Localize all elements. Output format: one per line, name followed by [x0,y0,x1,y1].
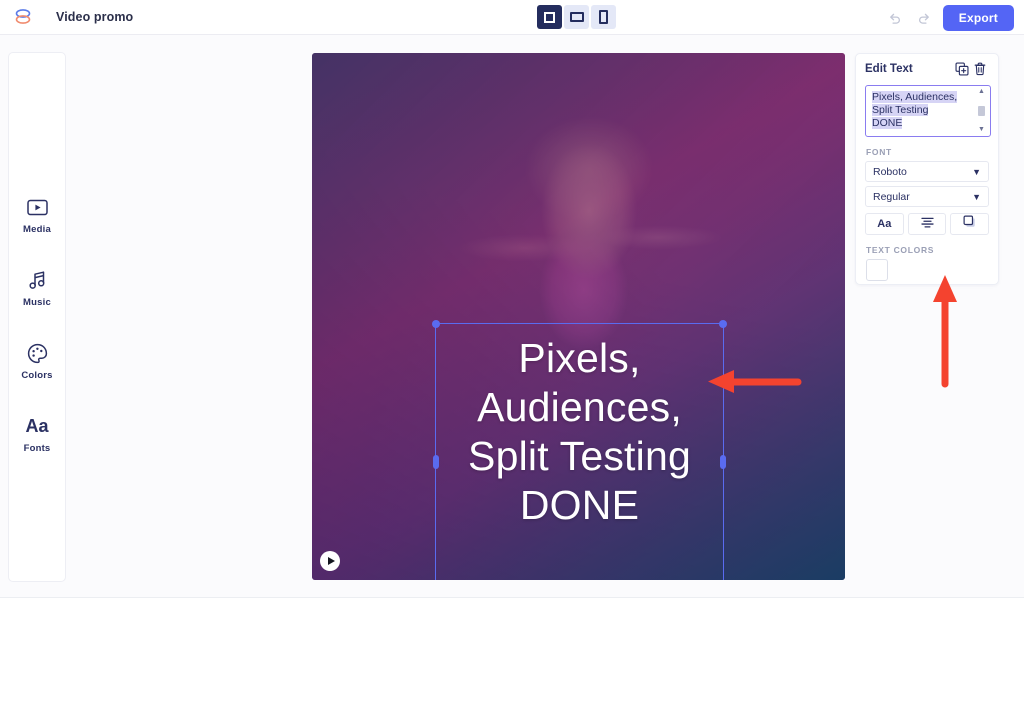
timeline-bar: Imagine how much fun it is to get more l… [0,597,1024,725]
canvas-text-overlay[interactable]: Pixels, Audiences, Split Testing DONE [396,334,763,530]
font-family-select[interactable]: Roboto ▼ [865,161,989,182]
sidebar-item-label: Fonts [23,443,51,454]
left-sidebar: Media Music Colors Aa Fonts [8,52,66,582]
sidebar-item-label: Media [23,224,51,235]
text-colors-label: TEXT COLORS [866,245,935,255]
canvas-area[interactable]: Pixels, Audiences, Split Testing DONE [312,53,845,580]
textarea-line-text: DONE [872,117,903,129]
scroll-track-bottom[interactable] [978,117,985,126]
textarea-line: Pixels, Audiences, [872,91,976,104]
video-canvas[interactable]: Pixels, Audiences, Split Testing DONE [312,53,845,580]
align-center-icon [920,215,934,233]
text-shadow-button[interactable] [950,213,990,235]
document-title[interactable]: Video promo [56,10,133,24]
font-weight-value: Regular [873,190,910,203]
resize-handle-top-left[interactable] [432,320,440,328]
fonts-aa-glyph: Aa [25,416,49,436]
text-case-button[interactable]: Aa [865,213,904,235]
text-textarea[interactable]: Pixels, Audiences, Split Testing DONE [865,85,991,137]
chevron-down-icon: ▼ [972,191,981,202]
textarea-scrollbar[interactable]: ▲ ▼ [977,88,986,134]
sidebar-item-label: Colors [21,370,53,381]
text-color-swatch[interactable] [866,259,888,281]
brand-logo-icon[interactable] [12,6,34,28]
color-palette-icon [27,341,48,365]
sidebar-item-label: Music [23,297,51,308]
textarea-line: DONE [872,117,976,130]
top-bar-actions: Export [883,5,1014,31]
scroll-up-arrow-icon[interactable]: ▲ [978,88,985,96]
undo-icon[interactable] [883,6,907,30]
textarea-line: Split Testing [872,104,976,117]
resize-handle-middle-left[interactable] [433,454,439,469]
duplicate-icon[interactable] [953,60,971,78]
canvas-play-button[interactable] [320,551,340,571]
scroll-down-arrow-icon[interactable]: ▼ [978,126,985,134]
trash-icon[interactable] [971,60,989,78]
media-play-icon [26,195,48,219]
scroll-thumb[interactable] [978,106,985,116]
fonts-aa-icon: Aa [25,414,48,438]
aspect-square-icon[interactable] [537,5,562,29]
panel-header: Edit Text [856,54,998,83]
resize-handle-middle-right[interactable] [720,454,726,469]
chevron-down-icon: ▼ [972,166,981,177]
scroll-track-top[interactable] [978,96,985,105]
app-root: Video promo Export Media Music Colors Aa… [0,0,1024,725]
sidebar-item-colors[interactable]: Colors [9,341,65,381]
sidebar-item-fonts[interactable]: Aa Fonts [9,414,65,454]
text-case-label: Aa [877,218,892,230]
panel-title: Edit Text [865,62,913,75]
textarea-line-text: Split Testing [872,104,929,116]
align-center-button[interactable] [907,213,947,235]
textarea-line-text: Pixels, Audiences, [872,91,958,103]
layer-icon [963,215,976,233]
redo-icon[interactable] [913,6,937,30]
edit-text-panel: Edit Text Pixels, Audiences, Split Testi… [855,53,999,285]
music-note-icon [28,268,47,292]
play-icon [327,557,335,565]
top-bar: Video promo Export [0,0,1024,35]
aspect-ratio-group [537,5,616,29]
text-tool-row: Aa [865,213,990,235]
export-button[interactable]: Export [942,5,1014,31]
aspect-landscape-icon[interactable] [564,5,589,29]
resize-handle-top-right[interactable] [719,320,727,328]
font-weight-select[interactable]: Regular ▼ [865,186,989,207]
sidebar-item-music[interactable]: Music [9,268,65,308]
aspect-portrait-icon[interactable] [591,5,616,29]
sidebar-item-media[interactable]: Media [9,195,65,235]
text-input-wrapper: Pixels, Audiences, Split Testing DONE ▲ … [865,85,991,137]
font-section-label: FONT [866,147,892,157]
canvas-text-selection-box[interactable]: Pixels, Audiences, Split Testing DONE [432,320,727,580]
font-family-value: Roboto [873,165,907,178]
